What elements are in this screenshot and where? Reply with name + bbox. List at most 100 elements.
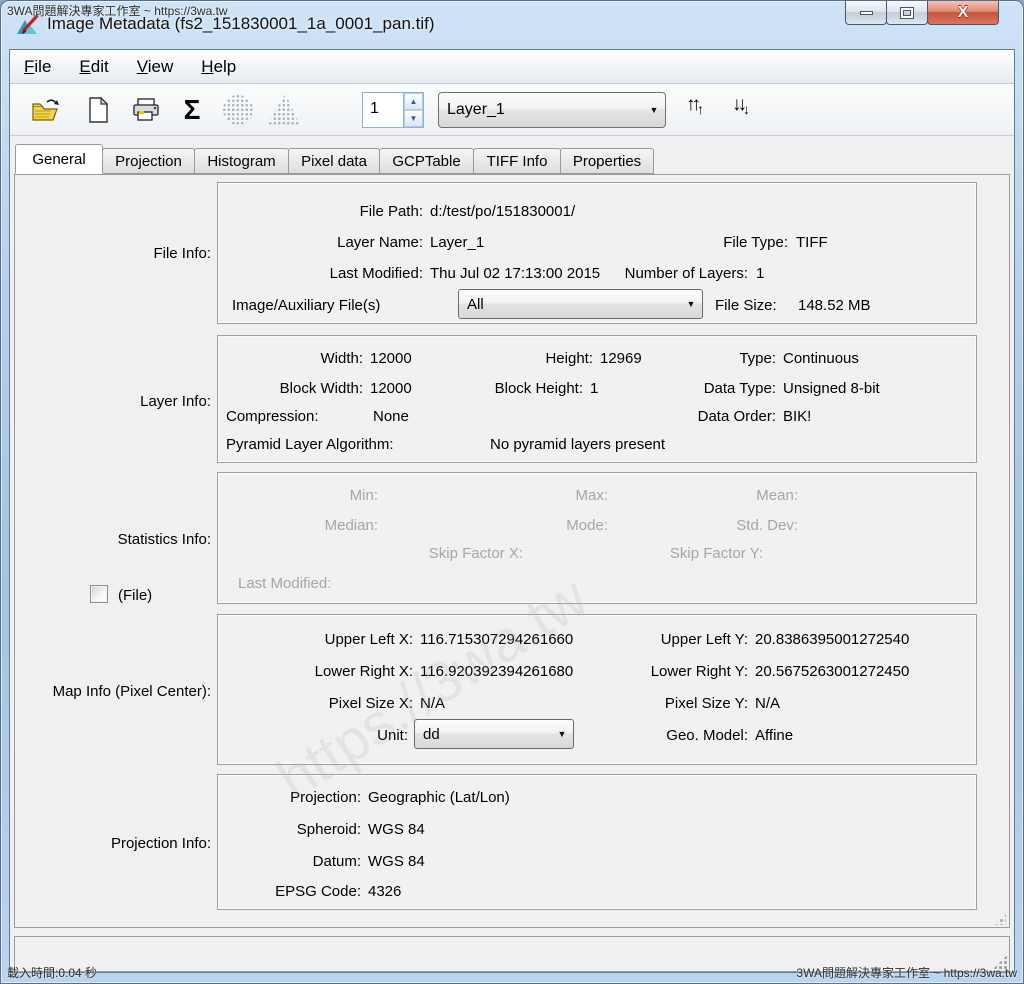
watermark-load-time: 載入時間:0.04 秒 bbox=[7, 964, 97, 981]
data-type-value: Unsigned 8-bit bbox=[783, 380, 880, 397]
layer-name-label: Layer Name: bbox=[218, 234, 423, 251]
width-value: 12000 bbox=[370, 350, 412, 367]
tab-general[interactable]: General bbox=[15, 144, 103, 174]
dotted-surface-icon bbox=[268, 94, 300, 126]
spin-up-icon[interactable]: ▲ bbox=[404, 93, 423, 110]
type-label: Type: bbox=[648, 350, 776, 367]
file-path-value: d:/test/po/151830001/ bbox=[430, 203, 575, 220]
lower-right-y-value: 20.5675263001272450 bbox=[755, 663, 909, 680]
std-dev-label: Std. Dev: bbox=[638, 517, 798, 534]
pyramid-layer-algorithm-label: Pyramid Layer Algorithm: bbox=[226, 436, 394, 453]
projection-info-section-label: Projection Info: bbox=[15, 835, 211, 852]
projection-info-group: Projection: Geographic (Lat/Lon) Spheroi… bbox=[217, 774, 977, 910]
pixel-size-y-value: N/A bbox=[755, 695, 780, 712]
compression-value: None bbox=[373, 408, 409, 425]
map-info-section-label: Map Info (Pixel Center): bbox=[15, 683, 211, 700]
statistics-info-section-label: Statistics Info: bbox=[15, 531, 211, 548]
menu-edit[interactable]: Edit bbox=[79, 57, 108, 77]
layer-number-stepper[interactable]: 1 ▲ ▼ bbox=[362, 92, 424, 128]
unit-select[interactable]: dd ▼ bbox=[414, 719, 574, 749]
unit-select-value: dd bbox=[415, 726, 551, 743]
tab-tiff-info[interactable]: TIFF Info bbox=[473, 148, 561, 174]
chevron-down-icon: ▼ bbox=[551, 729, 573, 739]
lower-right-y-label: Lower Right Y: bbox=[618, 663, 748, 680]
height-value: 12969 bbox=[600, 350, 642, 367]
sort-ascending-button[interactable]: ↑↑↑ bbox=[686, 94, 700, 117]
number-of-layers-value: 1 bbox=[756, 265, 764, 282]
skip-factor-x-label: Skip Factor X: bbox=[363, 545, 523, 562]
sort-descending-button[interactable]: ↓↓↓ bbox=[732, 94, 746, 117]
print-icon bbox=[132, 97, 160, 123]
stats-last-modified-label: Last Modified: bbox=[238, 575, 331, 592]
max-label: Max: bbox=[448, 487, 608, 504]
menu-file[interactable]: File bbox=[24, 57, 51, 77]
print-button[interactable] bbox=[128, 93, 164, 127]
projection-label: Projection: bbox=[218, 789, 361, 806]
pyramid-layer-algorithm-value: No pyramid layers present bbox=[490, 436, 665, 453]
tab-histogram[interactable]: Histogram bbox=[194, 148, 289, 174]
layer-select[interactable]: Layer_1 ▼ bbox=[438, 92, 666, 128]
minimize-button[interactable] bbox=[845, 1, 887, 25]
tab-gcp-table[interactable]: GCPTable bbox=[379, 148, 474, 174]
chevron-down-icon: ▼ bbox=[643, 105, 665, 115]
file-type-label: File Type: bbox=[558, 234, 788, 251]
close-icon: X bbox=[958, 4, 969, 22]
menu-help[interactable]: Help bbox=[201, 57, 236, 77]
new-document-icon bbox=[88, 97, 108, 123]
tab-bar: General Projection Histogram Pixel data … bbox=[16, 144, 654, 174]
sigma-icon: Σ bbox=[184, 96, 201, 124]
data-type-label: Data Type: bbox=[648, 380, 776, 397]
open-file-button[interactable] bbox=[28, 93, 64, 127]
spheroid-value: WGS 84 bbox=[368, 821, 425, 838]
chevron-down-icon: ▼ bbox=[680, 299, 702, 309]
arrows-down-icon: ↓↓ bbox=[732, 94, 743, 116]
maximize-icon bbox=[901, 8, 913, 18]
map-info-group: Upper Left X: 116.715307294261660 Upper … bbox=[217, 614, 977, 765]
type-value: Continuous bbox=[783, 350, 859, 367]
tab-properties[interactable]: Properties bbox=[560, 148, 654, 174]
pixel-size-x-value: N/A bbox=[420, 695, 445, 712]
width-label: Width: bbox=[218, 350, 363, 367]
height-label: Height: bbox=[458, 350, 593, 367]
statistics-button[interactable]: Σ bbox=[174, 93, 210, 127]
file-info-section-label: File Info: bbox=[15, 245, 211, 262]
geo-model-label: Geo. Model: bbox=[618, 727, 748, 744]
file-size-label: File Size: bbox=[715, 297, 777, 314]
menu-view[interactable]: View bbox=[137, 57, 174, 77]
lower-right-x-label: Lower Right X: bbox=[218, 663, 413, 680]
image-metadata-window: 3WA問題解決專家工作室 ~ https://3wa.tw 載入時間:0.04 … bbox=[0, 0, 1024, 984]
unit-label: Unit: bbox=[218, 727, 408, 744]
statistics-info-group: Min: Max: Mean: Median: Mode: Std. Dev: … bbox=[217, 472, 977, 604]
close-button[interactable]: X bbox=[927, 1, 999, 25]
watermark-top: 3WA問題解決專家工作室 ~ https://3wa.tw bbox=[7, 2, 228, 19]
pyramid-tool-disabled-button bbox=[220, 93, 256, 127]
stats-file-checkbox[interactable] bbox=[90, 585, 108, 603]
aux-files-select[interactable]: All ▼ bbox=[458, 289, 703, 319]
file-path-label: File Path: bbox=[218, 203, 423, 220]
geo-model-value: Affine bbox=[755, 727, 793, 744]
projection-value: Geographic (Lat/Lon) bbox=[368, 789, 510, 806]
panel-resize-grip bbox=[994, 913, 1006, 925]
dotted-sphere-icon bbox=[222, 94, 254, 126]
layer-number-value: 1 bbox=[363, 93, 403, 127]
epsg-code-label: EPSG Code: bbox=[218, 883, 361, 900]
histogram-tool-disabled-button bbox=[266, 93, 302, 127]
client-area: File Edit View Help bbox=[9, 49, 1015, 973]
last-modified-label: Last Modified: bbox=[218, 265, 423, 282]
tab-projection[interactable]: Projection bbox=[102, 148, 195, 174]
tab-pixel-data[interactable]: Pixel data bbox=[288, 148, 380, 174]
upper-left-y-label: Upper Left Y: bbox=[618, 631, 748, 648]
median-label: Median: bbox=[218, 517, 378, 534]
spin-down-icon[interactable]: ▼ bbox=[404, 110, 423, 127]
new-document-button[interactable] bbox=[80, 93, 116, 127]
maximize-button[interactable] bbox=[886, 1, 928, 25]
mode-label: Mode: bbox=[448, 517, 608, 534]
datum-value: WGS 84 bbox=[368, 853, 425, 870]
layer-name-value: Layer_1 bbox=[430, 234, 484, 251]
pixel-size-x-label: Pixel Size X: bbox=[218, 695, 413, 712]
watermark-bottom: 3WA問題解決專家工作室 ~ https://3wa.tw bbox=[796, 964, 1017, 981]
file-size-value: 148.52 MB bbox=[798, 297, 871, 314]
upper-left-x-label: Upper Left X: bbox=[218, 631, 413, 648]
block-width-label: Block Width: bbox=[218, 380, 363, 397]
aux-files-select-value: All bbox=[459, 296, 680, 313]
